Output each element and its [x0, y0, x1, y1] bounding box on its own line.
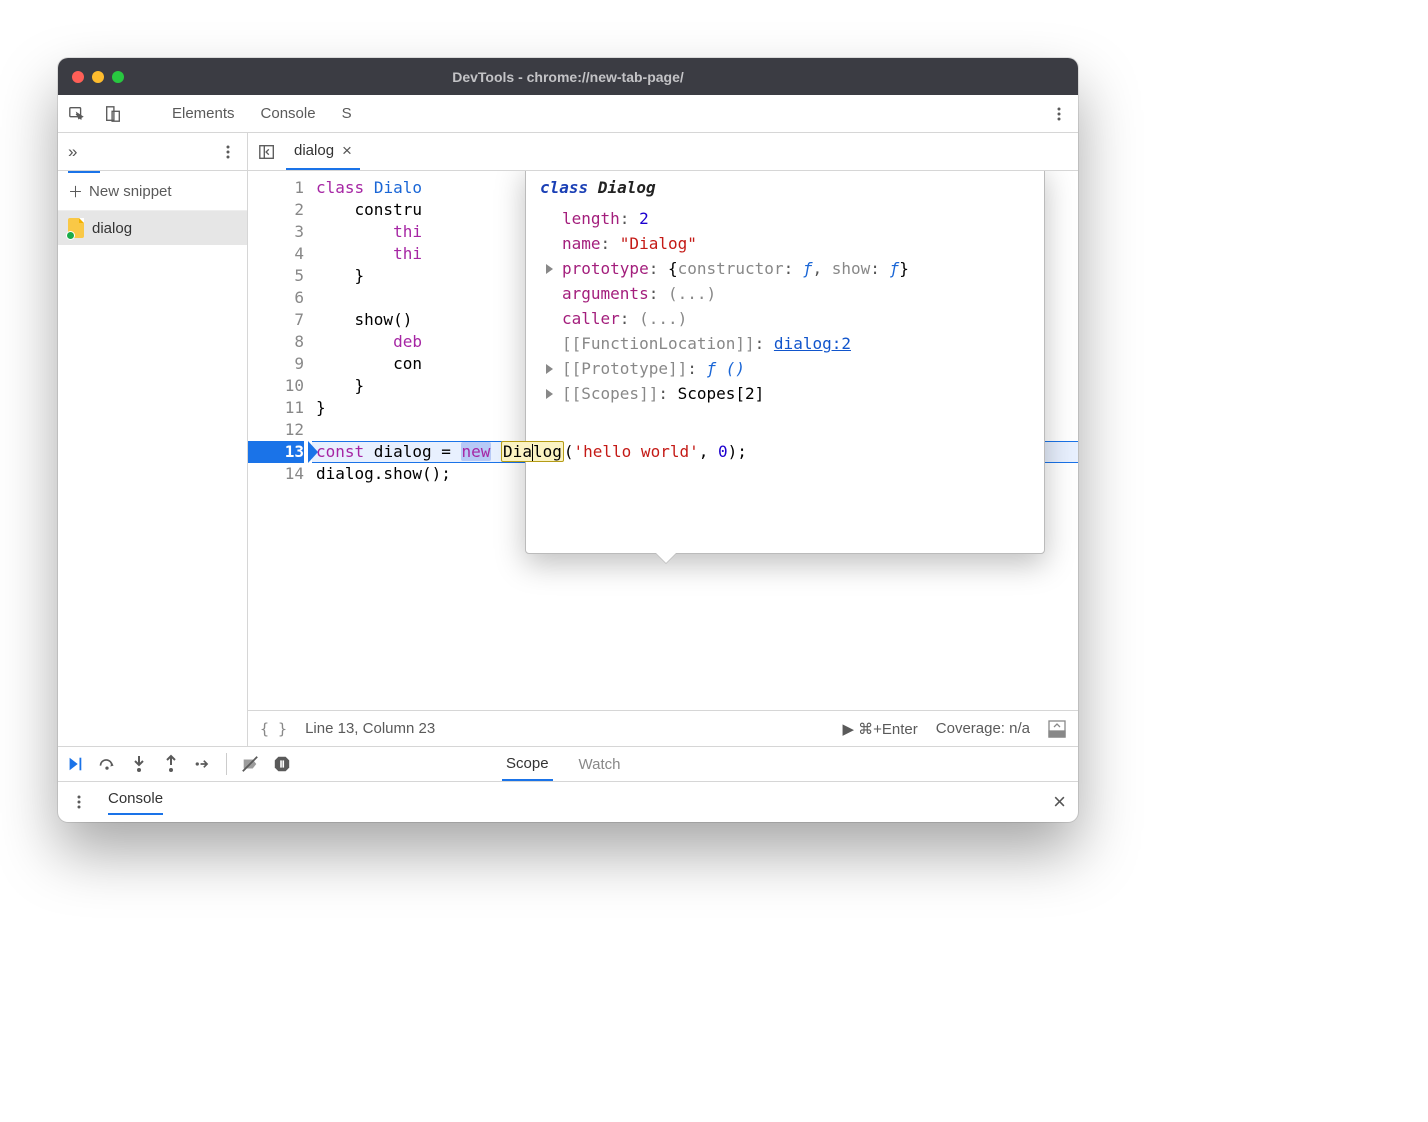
line-number: 11 [248, 397, 304, 419]
step-over-button[interactable] [98, 755, 116, 773]
line-number: 6 [248, 287, 304, 309]
main-area: » ＋ New snippet dialog dialog [58, 133, 1078, 746]
window-zoom-button[interactable] [112, 71, 124, 83]
line-number-active: 13 [248, 441, 304, 463]
window-close-button[interactable] [72, 71, 84, 83]
console-drawer-header: Console × [58, 782, 1078, 822]
device-toolbar-icon[interactable] [104, 105, 122, 123]
resume-button[interactable] [66, 755, 84, 773]
sources-sidebar: » ＋ New snippet dialog [58, 133, 248, 746]
line-number: 10 [248, 375, 304, 397]
more-icon[interactable] [70, 793, 88, 811]
inspect-element-icon[interactable] [68, 105, 86, 123]
popover-row-prototype[interactable]: prototype: {constructor: ƒ, show: ƒ} [540, 256, 1030, 281]
popover-row-arguments[interactable]: arguments: (...) [540, 281, 1030, 306]
devtools-window: DevTools - chrome://new-tab-page/ Elemen… [58, 58, 1078, 822]
object-preview-popover[interactable]: class Dialog length: 2 name: "Dialog" pr… [525, 171, 1045, 554]
pretty-print-button[interactable]: { } [260, 720, 287, 738]
plus-icon: ＋ [68, 181, 83, 202]
popover-row-scopes[interactable]: [[Scopes]]: Scopes[2] [540, 381, 1030, 406]
highlight-identifier: Dialog [501, 441, 564, 462]
gutter: 1 2 3 4 5 6 7 8 9 10 11 12 13 14 [248, 171, 312, 710]
tab-scope[interactable]: Scope [502, 747, 553, 781]
new-snippet-button[interactable]: ＋ New snippet [58, 173, 247, 211]
line-number: 8 [248, 331, 304, 353]
line-number: 12 [248, 419, 304, 441]
more-icon[interactable] [219, 143, 237, 161]
toggle-debugger-pane-icon[interactable] [1048, 720, 1066, 738]
line-number: 4 [248, 243, 304, 265]
highlight-new: new [461, 442, 492, 461]
tab-sources-truncated[interactable]: S [338, 95, 356, 132]
line-number: 7 [248, 309, 304, 331]
navigator-toggle-icon[interactable] [258, 143, 276, 161]
debug-buttons [58, 747, 488, 781]
editor-column: dialog × 1 2 3 4 5 6 7 8 9 10 11 12 [248, 133, 1078, 746]
cursor-position: Line 13, Column 23 [305, 720, 435, 737]
line-number: 5 [248, 265, 304, 287]
code-editor[interactable]: 1 2 3 4 5 6 7 8 9 10 11 12 13 14 [248, 171, 1078, 710]
panel-tabs: Elements Console S [58, 95, 1078, 133]
code-line-active: const dialog = new Dialog('hello world',… [316, 441, 1078, 463]
tab-elements[interactable]: Elements [168, 95, 239, 132]
more-icon[interactable] [1050, 105, 1068, 123]
line-number: 1 [248, 177, 304, 199]
debugger-controls: Scope Watch [58, 746, 1078, 782]
editor-tab-label: dialog [294, 142, 334, 159]
sidebar-tabs: » [58, 133, 247, 171]
snippet-item-dialog[interactable]: dialog [58, 211, 247, 245]
drawer-tab-console[interactable]: Console [108, 790, 163, 815]
pause-on-exceptions-button[interactable] [273, 755, 291, 773]
deactivate-breakpoints-button[interactable] [241, 755, 259, 773]
line-number: 14 [248, 463, 304, 485]
close-icon[interactable]: × [342, 141, 352, 161]
code-area[interactable]: class Dialo constru thi thi } show() deb… [312, 171, 1078, 710]
titlebar: DevTools - chrome://new-tab-page/ [58, 58, 1078, 95]
editor-statusbar: { } Line 13, Column 23 ▶ ⌘+Enter Coverag… [248, 710, 1078, 746]
debug-tabs: Scope Watch [488, 747, 1078, 781]
divider [226, 753, 227, 775]
step-out-button[interactable] [162, 755, 180, 773]
popover-row-name: name: "Dialog" [540, 231, 1030, 256]
editor-tabstrip: dialog × [248, 133, 1078, 171]
snippet-file-icon [68, 218, 84, 238]
step-into-button[interactable] [130, 755, 148, 773]
close-icon[interactable]: × [1053, 789, 1066, 815]
sidebar-expand-icon[interactable]: » [68, 142, 77, 162]
editor-tab-dialog[interactable]: dialog × [286, 133, 360, 170]
line-number: 9 [248, 353, 304, 375]
coverage-label: Coverage: n/a [936, 720, 1030, 737]
step-button[interactable] [194, 755, 212, 773]
window-title: DevTools - chrome://new-tab-page/ [58, 69, 1078, 85]
popover-tail [656, 553, 676, 563]
line-number: 3 [248, 221, 304, 243]
snippet-name: dialog [92, 220, 132, 237]
popover-row-caller[interactable]: caller: (...) [540, 306, 1030, 331]
popover-row-internal-prototype[interactable]: [[Prototype]]: ƒ () [540, 356, 1030, 381]
line-number: 2 [248, 199, 304, 221]
popover-header: class Dialog [540, 175, 1030, 200]
tab-console[interactable]: Console [257, 95, 320, 132]
popover-row-functionlocation: [[FunctionLocation]]: dialog:2 [540, 331, 1030, 356]
popover-row-length: length: 2 [540, 206, 1030, 231]
run-snippet-button[interactable]: ▶ ⌘+Enter [842, 720, 917, 738]
new-snippet-label: New snippet [89, 183, 172, 200]
window-minimize-button[interactable] [92, 71, 104, 83]
location-link[interactable]: dialog:2 [774, 334, 851, 353]
traffic-lights [72, 71, 124, 83]
tab-watch[interactable]: Watch [575, 747, 625, 781]
